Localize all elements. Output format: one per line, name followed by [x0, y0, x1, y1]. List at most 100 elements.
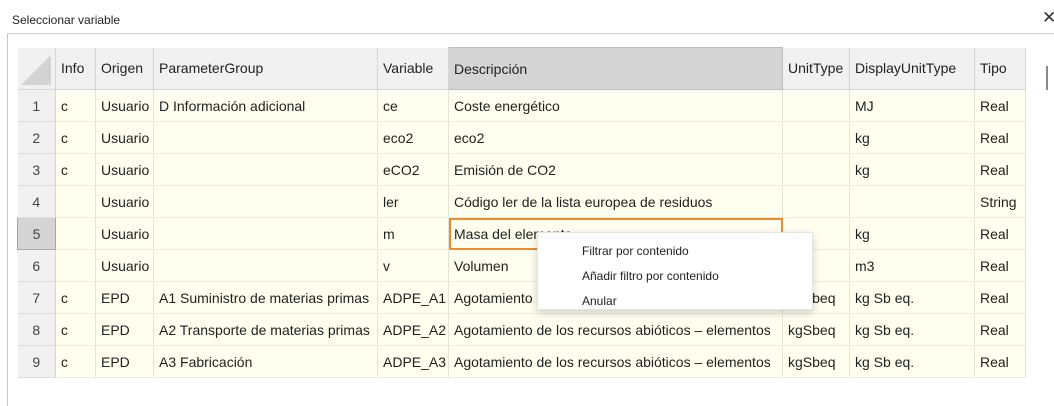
table-row[interactable]: 8 c EPD A2 Transporte de materias primas ADP…	[17, 313, 1026, 346]
column-header-origen[interactable]: Origen	[95, 47, 154, 90]
dialog-title: Seleccionar variable	[12, 13, 121, 27]
cell-origen[interactable]: Usuario	[95, 153, 154, 186]
cell-tipo[interactable]: Real	[974, 345, 1026, 378]
cell-tipo[interactable]: Real	[974, 153, 1026, 186]
cell-tipo[interactable]: Real	[974, 281, 1026, 314]
cell-displayunittype[interactable]: kg	[849, 217, 975, 250]
cell-tipo[interactable]: Real	[974, 249, 1026, 282]
row-number[interactable]: 5	[17, 217, 56, 250]
cell-displayunittype[interactable]: kg	[849, 121, 975, 154]
cell-info[interactable]: c	[55, 121, 96, 154]
column-header-descripcion[interactable]: Descripción	[448, 47, 783, 90]
cell-origen[interactable]: EPD	[95, 313, 154, 346]
cell-parametergroup[interactable]	[153, 121, 378, 154]
cell-info[interactable]	[55, 217, 96, 250]
table-row[interactable]: 4 Usuario ler Código ler de la lista europe…	[17, 185, 1026, 218]
cell-parametergroup[interactable]	[153, 249, 378, 282]
cell-variable[interactable]: ler	[377, 185, 449, 218]
row-number[interactable]: 2	[17, 121, 56, 154]
cell-variable[interactable]: ADPE_A3	[377, 345, 449, 378]
cell-info[interactable]	[55, 249, 96, 282]
cell-origen[interactable]: Usuario	[95, 185, 154, 218]
cell-parametergroup[interactable]: A2 Transporte de materias primas	[153, 313, 378, 346]
column-header-unittype[interactable]: UnitType	[782, 47, 850, 90]
cell-parametergroup[interactable]: A1 Suministro de materias primas	[153, 281, 378, 314]
cell-displayunittype[interactable]: kg Sb eq.	[849, 281, 975, 314]
cell-unittype[interactable]	[782, 153, 850, 186]
column-header-displayunittype[interactable]: DisplayUnitType	[849, 47, 975, 90]
cell-descripcion[interactable]: Agotamiento de los recursos abióticos – …	[448, 313, 783, 346]
menu-item-anular[interactable]: Anular	[582, 294, 617, 308]
cell-info[interactable]: c	[55, 89, 96, 122]
cell-descripcion[interactable]: Código ler de la lista europea de residu…	[448, 185, 783, 218]
cell-unittype[interactable]: kgSbeq	[782, 345, 850, 378]
cell-displayunittype[interactable]: MJ	[849, 89, 975, 122]
cell-tipo[interactable]: Real	[974, 121, 1026, 154]
cell-unittype[interactable]: kgSbeq	[782, 313, 850, 346]
row-number[interactable]: 4	[17, 185, 56, 218]
cell-descripcion[interactable]: Emisión de CO2	[448, 153, 783, 186]
cell-descripcion[interactable]: Agotamiento de los recursos abióticos – …	[448, 345, 783, 378]
table-row[interactable]: 1 c Usuario D Información adicional ce Coste …	[17, 89, 1026, 122]
cell-descripcion[interactable]: eco2	[448, 121, 783, 154]
cell-info[interactable]: c	[55, 345, 96, 378]
cell-origen[interactable]: Usuario	[95, 217, 154, 250]
cell-unittype[interactable]	[782, 121, 850, 154]
table-row[interactable]: 9 c EPD A3 Fabricación ADPE_A3 Agotamiento de…	[17, 345, 1026, 378]
cell-variable[interactable]: eco2	[377, 121, 449, 154]
cell-info[interactable]: c	[55, 153, 96, 186]
cell-tipo[interactable]: Real	[974, 313, 1026, 346]
cell-tipo[interactable]: String	[974, 185, 1026, 218]
column-header-info[interactable]: Info	[55, 47, 96, 90]
row-number[interactable]: 9	[17, 345, 56, 378]
cell-displayunittype[interactable]: m3	[849, 249, 975, 282]
cell-variable[interactable]: ADPE_A2	[377, 313, 449, 346]
cell-origen[interactable]: EPD	[95, 345, 154, 378]
cell-parametergroup[interactable]: D Información adicional	[153, 89, 378, 122]
cell-unittype[interactable]	[782, 185, 850, 218]
table-row[interactable]: 7 c EPD A1 Suministro de materias primas ADP…	[17, 281, 1026, 314]
cell-origen[interactable]: Usuario	[95, 121, 154, 154]
cell-displayunittype[interactable]: kg Sb eq.	[849, 345, 975, 378]
column-header-tipo[interactable]: Tipo	[974, 47, 1026, 90]
table-row[interactable]: 2 c Usuario eco2 eco2 kg Real	[17, 121, 1026, 154]
cell-variable[interactable]: ADPE_A1	[377, 281, 449, 314]
cell-parametergroup[interactable]	[153, 217, 378, 250]
vertical-scrollbar-thumb[interactable]	[1046, 66, 1048, 90]
cell-info[interactable]: c	[55, 313, 96, 346]
cell-variable[interactable]: ce	[377, 89, 449, 122]
menu-item-anadir-filtro-por-contenido[interactable]: Añadir filtro por contenido	[582, 269, 719, 283]
column-header-variable[interactable]: Variable	[377, 47, 449, 90]
menu-item-filtrar-por-contenido[interactable]: Filtrar por contenido	[582, 244, 689, 258]
row-number[interactable]: 1	[17, 89, 56, 122]
cell-displayunittype[interactable]: kg	[849, 153, 975, 186]
cell-unittype[interactable]	[782, 89, 850, 122]
cell-variable[interactable]: m	[377, 217, 449, 250]
cell-descripcion[interactable]: Coste energético	[448, 89, 783, 122]
cell-variable[interactable]: eCO2	[377, 153, 449, 186]
row-number[interactable]: 6	[17, 249, 56, 282]
close-icon[interactable]: ✕	[1042, 8, 1054, 28]
select-all-corner[interactable]	[17, 47, 56, 90]
cell-info[interactable]: c	[55, 281, 96, 314]
cell-displayunittype[interactable]	[849, 185, 975, 218]
row-number[interactable]: 3	[17, 153, 56, 186]
cell-origen[interactable]: Usuario	[95, 89, 154, 122]
cell-origen[interactable]: Usuario	[95, 249, 154, 282]
cell-tipo[interactable]: Real	[974, 217, 1026, 250]
cell-variable[interactable]: v	[377, 249, 449, 282]
cell-info[interactable]	[55, 185, 96, 218]
title-bar: Seleccionar variable ✕	[0, 0, 1054, 34]
cell-displayunittype[interactable]: kg Sb eq.	[849, 313, 975, 346]
table-row[interactable]: 5 Usuario m Masa del elemento kg Real	[17, 217, 1026, 250]
table-row[interactable]: 3 c Usuario eCO2 Emisión de CO2 kg Real	[17, 153, 1026, 186]
column-header-parametergroup[interactable]: ParameterGroup	[153, 47, 378, 90]
row-number[interactable]: 8	[17, 313, 56, 346]
cell-parametergroup[interactable]	[153, 153, 378, 186]
cell-parametergroup[interactable]: A3 Fabricación	[153, 345, 378, 378]
cell-tipo[interactable]: Real	[974, 89, 1026, 122]
table-row[interactable]: 6 Usuario v Volumen m3 Real	[17, 249, 1026, 282]
cell-parametergroup[interactable]	[153, 185, 378, 218]
cell-origen[interactable]: EPD	[95, 281, 154, 314]
row-number[interactable]: 7	[17, 281, 56, 314]
